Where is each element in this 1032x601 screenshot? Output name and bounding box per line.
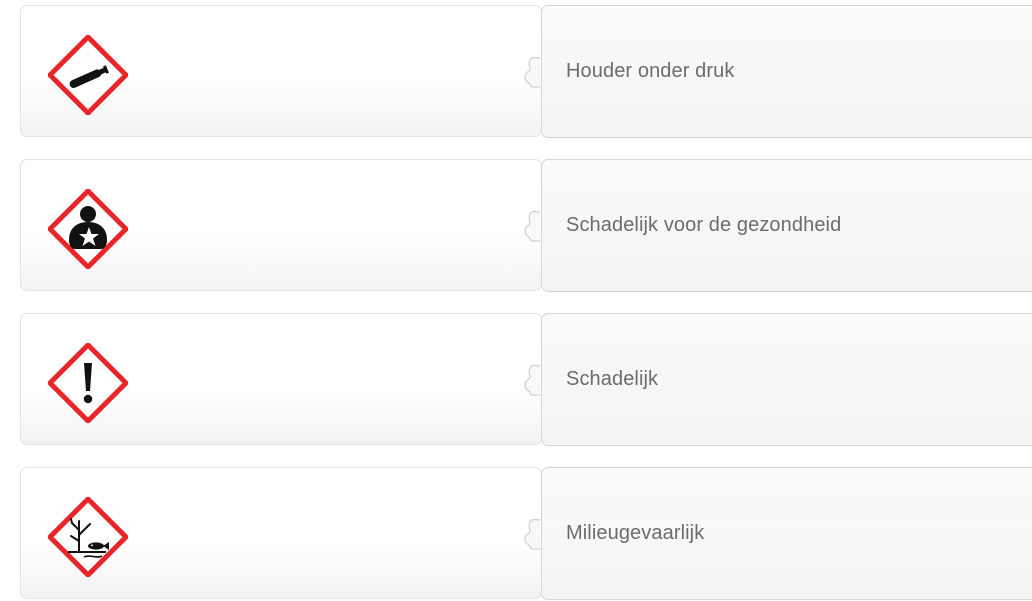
pictogram-card[interactable] — [20, 467, 542, 599]
health-hazard-icon — [48, 189, 128, 269]
match-row: Houder onder druk — [20, 5, 1032, 139]
pictogram-card[interactable] — [20, 159, 542, 291]
answer-card[interactable]: Schadelijk voor de gezondheid — [541, 159, 1032, 292]
match-row: Schadelijk — [20, 313, 1032, 447]
answer-label: Schadelijk — [566, 368, 659, 390]
answer-card[interactable]: Houder onder druk — [541, 5, 1032, 138]
puzzle-connector — [524, 518, 541, 550]
answer-label: Schadelijk voor de gezondheid — [566, 214, 842, 236]
pictogram-card[interactable] — [20, 313, 542, 445]
pictogram-card[interactable] — [20, 5, 542, 137]
match-pairs-list: Houder onder druk Schadelijk voor de gez… — [0, 0, 1032, 600]
environment-hazard-icon — [48, 497, 128, 577]
answer-label: Milieugevaarlijk — [566, 522, 705, 544]
puzzle-connector — [524, 364, 541, 396]
answer-label: Houder onder druk — [566, 60, 735, 82]
puzzle-connector — [524, 210, 541, 242]
match-row: Milieugevaarlijk — [20, 467, 1032, 601]
puzzle-connector — [524, 56, 541, 88]
match-row: Schadelijk voor de gezondheid — [20, 159, 1032, 293]
answer-card[interactable]: Schadelijk — [541, 313, 1032, 446]
answer-card[interactable]: Milieugevaarlijk — [541, 467, 1032, 600]
gas-cylinder-icon — [48, 35, 128, 115]
exclamation-mark-icon — [48, 343, 128, 423]
